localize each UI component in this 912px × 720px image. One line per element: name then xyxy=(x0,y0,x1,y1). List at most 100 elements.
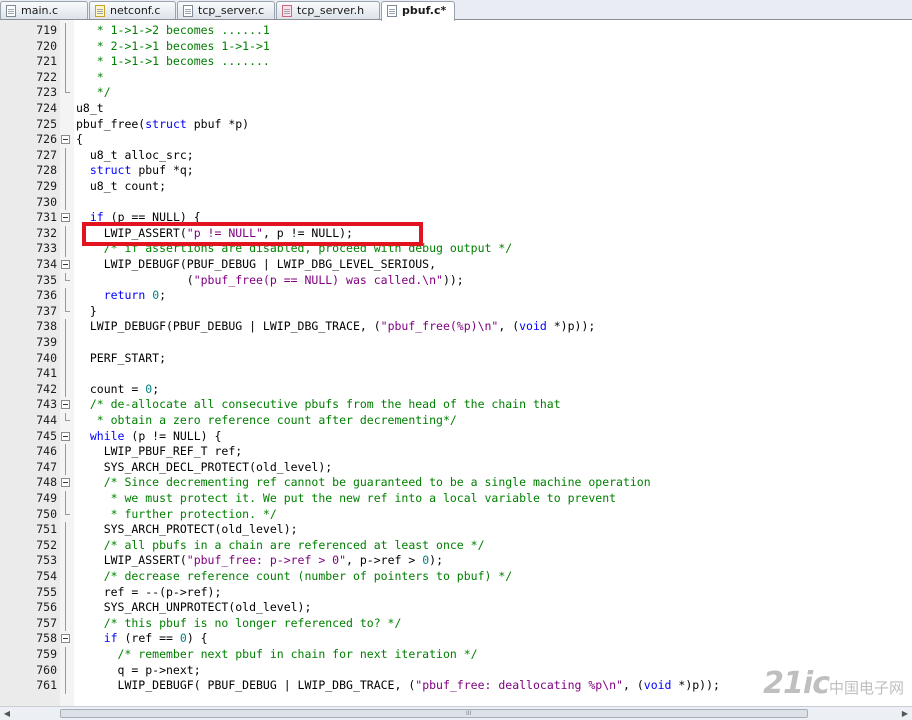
code-line[interactable]: 726 { xyxy=(0,132,912,148)
code-token: , ( xyxy=(498,319,520,334)
line-number: 756 xyxy=(36,600,57,615)
code-text: * xyxy=(76,70,104,86)
line-number: 734 xyxy=(36,257,57,271)
code-line[interactable]: 741 xyxy=(0,366,912,382)
code-line[interactable]: 748 /* Since decrementing ref cannot be … xyxy=(0,475,912,491)
code-line[interactable]: 749 * we must protect it. We put the new… xyxy=(0,491,912,507)
code-line[interactable]: 736 return 0; xyxy=(0,288,912,304)
code-line[interactable]: 737 } xyxy=(0,303,912,320)
code-token: ; xyxy=(152,381,160,396)
code-line[interactable]: 740 PERF_START; xyxy=(0,350,912,367)
code-text: * further protection. */ xyxy=(76,507,277,523)
code-line[interactable]: 757 /* this pbuf is no longer referenced… xyxy=(0,615,912,632)
code-text: LWIP_DEBUGF(PBUF_DEBUG | LWIP_DBG_TRACE,… xyxy=(76,319,595,335)
code-line[interactable]: 745 while (p != NULL) { xyxy=(0,429,912,445)
code-line[interactable]: 752 /* all pbufs in a chain are referenc… xyxy=(0,537,912,554)
fold-collapse-icon[interactable] xyxy=(61,260,70,269)
line-number: 723 xyxy=(36,85,57,100)
fold-collapse-icon[interactable] xyxy=(61,400,70,410)
code-line[interactable]: 734 LWIP_DEBUGF(PBUF_DEBUG | LWIP_DBG_LE… xyxy=(0,257,912,273)
code-line[interactable]: 753 LWIP_ASSERT("pbuf_free: p->ref > 0",… xyxy=(0,553,912,569)
code-text: pbuf_free(struct pbuf *p) xyxy=(76,117,249,133)
code-line[interactable]: 758 if (ref == 0) { xyxy=(0,631,912,647)
line-number: 758 xyxy=(36,631,57,646)
code-text: LWIP_DEBUGF( PBUF_DEBUG | LWIP_DBG_TRACE… xyxy=(76,678,720,694)
code-line[interactable]: 738 LWIP_DEBUGF(PBUF_DEBUG | LWIP_DBG_TR… xyxy=(0,319,912,335)
tab-pbuf-c[interactable]: pbuf.c* xyxy=(381,1,455,21)
code-line[interactable]: 735 ("pbuf_free(p == NULL) was called.\n… xyxy=(0,272,912,289)
fold-guide-line xyxy=(65,179,66,195)
scroll-left-arrow-icon[interactable]: ◀ xyxy=(1,708,13,720)
fold-guide-line xyxy=(65,288,66,304)
scrollbar-thumb[interactable]: III xyxy=(60,709,808,718)
code-line[interactable]: 728 struct pbuf *q; xyxy=(0,163,912,179)
code-line[interactable]: 729 u8_t count; xyxy=(0,179,912,195)
fold-collapse-icon[interactable] xyxy=(61,213,70,223)
code-line[interactable]: 754 /* decrease reference count (number … xyxy=(0,569,912,585)
code-line[interactable]: 725 pbuf_free(struct pbuf *p) xyxy=(0,117,912,133)
code-line[interactable]: 719 * 1->1->2 becomes ......1 xyxy=(0,23,912,39)
code-line[interactable]: 742 count = 0; xyxy=(0,381,912,398)
code-text: SYS_ARCH_DECL_PROTECT(old_level); xyxy=(76,460,333,476)
code-line[interactable]: 755 ref = --(p->ref); xyxy=(0,584,912,601)
line-number: 746 xyxy=(36,444,57,459)
comment-token: * 1->1->1 becomes ....... xyxy=(76,54,270,69)
line-number: 745 xyxy=(36,428,57,443)
tab-netconf-c[interactable]: netconf.c xyxy=(89,1,176,19)
code-text: while (p != NULL) { xyxy=(76,428,222,445)
code-line[interactable]: 730 xyxy=(0,194,912,211)
keyword-token: void xyxy=(643,678,672,693)
code-line[interactable]: 723 */ xyxy=(0,85,912,101)
watermark-logo-text: 21ic xyxy=(763,666,830,701)
comment-token: /* remember next pbuf in chain for next … xyxy=(76,647,478,661)
code-line[interactable]: 747 SYS_ARCH_DECL_PROTECT(old_level); xyxy=(0,459,912,476)
line-number: 757 xyxy=(36,615,57,630)
fold-guide-line xyxy=(65,241,66,257)
code-text: ref = --(p->ref); xyxy=(76,585,222,601)
fold-collapse-icon[interactable] xyxy=(61,478,70,488)
code-line[interactable]: 720 * 2->1->1 becomes 1->1->1 xyxy=(0,38,912,55)
code-text: LWIP_ASSERT("pbuf_free: p->ref > 0", p->… xyxy=(76,553,443,569)
code-line[interactable]: 722 * xyxy=(0,69,912,86)
comment-token: */ xyxy=(76,85,111,100)
code-text: /* this pbuf is no longer referenced to?… xyxy=(76,616,402,632)
fold-guide-line xyxy=(65,678,66,694)
code-line[interactable]: 744 * obtain a zero reference count afte… xyxy=(0,413,912,429)
fold-end-marker xyxy=(65,279,70,281)
code-token: )); xyxy=(442,272,464,287)
fold-collapse-icon[interactable] xyxy=(61,634,70,644)
horizontal-scrollbar[interactable]: ◀ III ▶ xyxy=(0,706,912,720)
fold-collapse-icon[interactable] xyxy=(61,135,70,145)
fold-collapse-icon[interactable] xyxy=(61,431,70,441)
scroll-right-arrow-icon[interactable]: ▶ xyxy=(899,708,911,720)
code-line[interactable]: 739 xyxy=(0,335,912,351)
code-line[interactable]: 746 LWIP_PBUF_REF_T ref; xyxy=(0,444,912,460)
code-line[interactable]: 727 u8_t alloc_src; xyxy=(0,147,912,164)
watermark-caption: 中国电子网 xyxy=(828,679,904,697)
fold-guide-line xyxy=(65,194,66,211)
code-text: u8_t count; xyxy=(76,179,166,195)
code-line[interactable]: 721 * 1->1->1 becomes ....... xyxy=(0,54,912,70)
fold-guide-line xyxy=(65,38,66,55)
fold-guide-line xyxy=(65,225,66,242)
code-text: */ xyxy=(76,85,111,101)
line-number: 730 xyxy=(36,194,57,209)
line-number: 754 xyxy=(36,569,57,583)
line-number: 748 xyxy=(36,475,57,490)
code-line[interactable]: 756 SYS_ARCH_UNPROTECT(old_level); xyxy=(0,600,912,616)
code-line[interactable]: 759 /* remember next pbuf in chain for n… xyxy=(0,647,912,663)
code-line[interactable]: 743 /* de-allocate all consecutive pbufs… xyxy=(0,397,912,413)
tab-tcp-server-c[interactable]: tcp_server.c xyxy=(177,1,275,19)
keyword-token: while xyxy=(89,428,125,443)
tab-tcp-server-h[interactable]: tcp_server.h xyxy=(276,1,380,19)
string-token: "pbuf_free(%p)\n" xyxy=(380,319,499,334)
code-text: * obtain a zero reference count after de… xyxy=(76,413,457,429)
line-number: 720 xyxy=(36,38,57,53)
tab-main-c[interactable]: main.c xyxy=(0,1,88,19)
code-token: PERF_START; xyxy=(76,350,167,365)
fold-end-marker xyxy=(65,420,70,421)
code-line[interactable]: 724 u8_t xyxy=(0,101,912,117)
code-text: /* all pbufs in a chain are referenced a… xyxy=(76,538,485,554)
code-line[interactable]: 750 * further protection. */ xyxy=(0,506,912,523)
code-line[interactable]: 751 SYS_ARCH_PROTECT(old_level); xyxy=(0,522,912,538)
